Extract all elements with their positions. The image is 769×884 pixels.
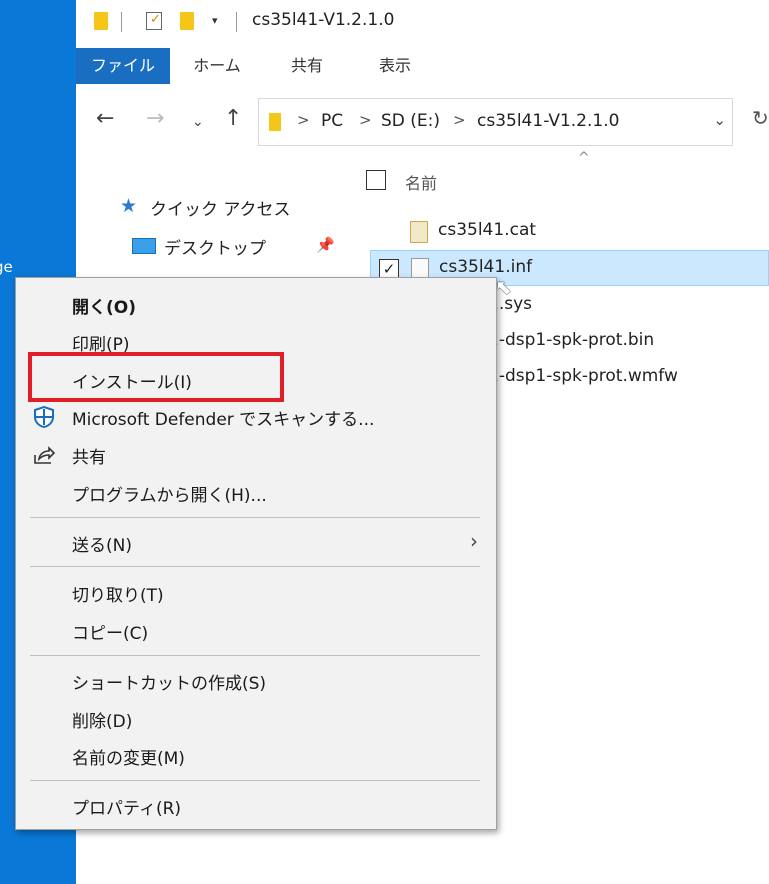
menu-item-properties[interactable]: プロパティ(R) [16,788,496,822]
menu-item-label: 送る(N) [72,536,132,556]
menu-item-open-with[interactable]: プログラムから開く(H)... [16,475,496,509]
file-name: cs35l41.inf [439,257,533,277]
select-all-checkbox[interactable] [366,170,386,190]
properties-quick-access-button[interactable]: ✓ [146,12,162,30]
folder-icon [269,113,281,131]
file-name: cs35l41.cat [438,220,537,240]
title-bar: ✓ ▾ cs35l41-V1.2.1.0 [76,0,769,44]
nav-quick-access[interactable]: クイック アクセス [150,195,291,220]
menu-item-delete[interactable]: 削除(D) [16,701,496,735]
chevron-right-icon: › [470,529,478,553]
tab-home[interactable]: ホーム [180,48,254,84]
menu-item-defender-scan[interactable]: Microsoft Defender でスキャンする... [16,399,496,433]
chevron-right-icon[interactable]: > [359,111,372,129]
chevron-right-icon[interactable]: > [453,111,466,129]
menu-item-rename[interactable]: 名前の変更(M) [16,738,496,772]
quick-access-customize-button[interactable]: ▾ [212,14,218,27]
menu-separator [30,517,480,518]
breadcrumb-pc[interactable]: PC [321,111,343,131]
column-header-name[interactable]: 名前 [405,170,437,194]
mouse-cursor-icon: ⬉ [495,275,512,299]
menu-item-label: プロパティ(R) [72,799,182,819]
menu-separator [30,566,480,567]
desktop-icon-label[interactable]: ge [0,258,13,276]
file-row-cat[interactable]: cs35l41.cat [370,214,769,250]
menu-item-label: プログラムから開く(H)... [72,486,267,506]
breadcrumb-current-folder[interactable]: cs35l41-V1.2.1.0 [477,111,619,131]
forward-button[interactable]: → [146,106,164,131]
desktop-icon [132,238,156,254]
defender-shield-icon [34,405,54,429]
menu-item-label: 開く(O) [72,298,136,318]
tab-share[interactable]: 共有 [270,48,344,84]
menu-separator [30,780,480,781]
refresh-button[interactable]: ↻ [752,106,769,130]
menu-item-send-to[interactable]: 送る(N) › [16,525,496,559]
star-icon: ★ [120,195,138,217]
menu-item-copy[interactable]: コピー(C) [16,613,496,647]
folder-icon [94,12,108,30]
menu-item-label: 削除(D) [72,712,133,732]
share-icon [34,446,56,464]
context-menu: 開く(O) 印刷(P) インストール(I) Microsoft Defender… [15,277,497,830]
menu-separator [30,655,480,656]
menu-item-label: 名前の変更(M) [72,749,185,769]
file-checkbox[interactable]: ✓ [379,259,399,279]
sort-ascending-icon: ^ [578,150,590,166]
checkmark-icon: ✓ [150,12,161,27]
up-button[interactable]: ↑ [224,106,242,131]
menu-item-label: 切り取り(T) [72,586,164,606]
menu-item-label: コピー(C) [72,624,149,644]
toolbar-divider [121,12,122,32]
toolbar-divider [236,12,237,32]
pin-icon[interactable]: 📌 [316,236,335,254]
navigation-bar: ← → ⌄ ↑ > PC > SD (E:) > cs35l41-V1.2.1.… [76,96,769,152]
menu-item-cut[interactable]: 切り取り(T) [16,575,496,609]
menu-item-share[interactable]: 共有 [16,437,496,471]
menu-item-open[interactable]: 開く(O) [16,287,496,321]
menu-item-create-shortcut[interactable]: ショートカットの作成(S) [16,663,496,697]
recent-locations-button[interactable]: ⌄ [192,114,204,130]
ribbon-tabs: ファイル ホーム 共有 表示 [76,48,769,86]
menu-item-label: ショートカットの作成(S) [72,674,267,694]
file-name: 1-dsp1-spk-prot.wmfw [488,366,678,386]
new-folder-quick-access-button[interactable] [180,12,194,30]
back-button[interactable]: ← [96,106,114,131]
address-bar[interactable]: > PC > SD (E:) > cs35l41-V1.2.1.0 ⌄ [258,98,733,146]
highlight-annotation-box [28,352,284,402]
nav-desktop[interactable]: デスクトップ [164,234,266,259]
chevron-down-icon[interactable]: ⌄ [713,111,726,129]
tab-view[interactable]: 表示 [358,48,432,84]
file-name: 1-dsp1-spk-prot.bin [488,330,655,350]
window-title: cs35l41-V1.2.1.0 [252,10,395,30]
certificate-icon [410,221,428,243]
breadcrumb-sd-drive[interactable]: SD (E:) [381,111,440,131]
tab-file[interactable]: ファイル [76,48,170,84]
chevron-right-icon[interactable]: > [297,111,310,129]
menu-item-label: Microsoft Defender でスキャンする... [72,410,375,430]
menu-item-label: 共有 [72,448,106,468]
